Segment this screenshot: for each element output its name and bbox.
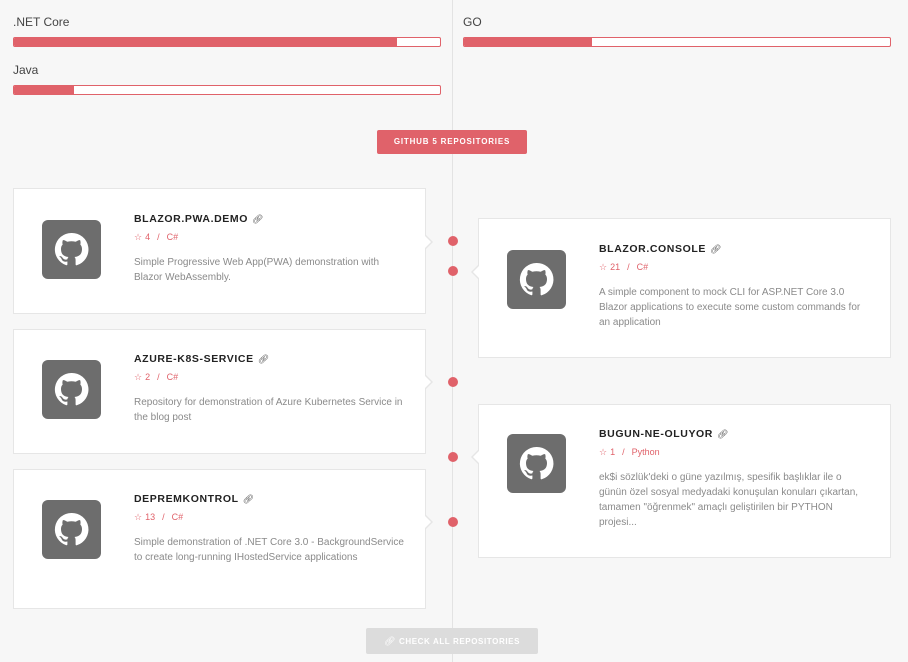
skill-java: Java bbox=[13, 63, 441, 95]
repositories-count-badge: GITHUB 5 REPOSITORIES bbox=[377, 130, 527, 154]
link-icon: 🔗︎ bbox=[257, 354, 270, 364]
star-icon: ☆ bbox=[134, 372, 143, 382]
skill-progress-bar bbox=[463, 37, 891, 47]
repo-title-link[interactable]: BLAZOR.CONSOLE 🔗︎ bbox=[599, 242, 872, 256]
repo-card-blazor-pwa-demo[interactable]: BLAZOR.PWA.DEMO 🔗︎ ☆ 4 / C# Simple Progressi… bbox=[13, 188, 433, 314]
link-icon: 🔗︎ bbox=[717, 429, 730, 439]
card-pointer bbox=[425, 235, 433, 249]
repo-card-blazor-console[interactable]: BLAZOR.CONSOLE 🔗︎ ☆ 21 / C# A simple compone… bbox=[471, 218, 891, 358]
timeline-line bbox=[452, 0, 453, 662]
skill-progress-fill bbox=[464, 38, 592, 46]
timeline-dot bbox=[447, 517, 458, 527]
card-pointer bbox=[425, 375, 433, 389]
repo-description: Simple demonstration of .NET Core 3.0 - … bbox=[134, 537, 404, 563]
meta-separator: / bbox=[157, 372, 160, 382]
meta-separator: / bbox=[627, 262, 630, 272]
repo-stars: 21 bbox=[610, 262, 621, 272]
repo-meta: ☆ 1 / Python bbox=[599, 446, 872, 458]
github-icon bbox=[42, 500, 101, 559]
skill-dotnet: .NET Core bbox=[13, 15, 441, 47]
repo-stars: 13 bbox=[145, 512, 156, 522]
star-icon: ☆ bbox=[599, 447, 608, 457]
repo-stars: 2 bbox=[145, 372, 151, 382]
repo-card-bugun-ne-oluyor[interactable]: BUGUN-NE-OLUYOR 🔗︎ ☆ 1 / Python ek$i sözlük'… bbox=[471, 404, 891, 558]
link-icon: 🔗︎ bbox=[383, 636, 396, 646]
timeline-dot bbox=[447, 452, 458, 462]
repo-description: Simple Progressive Web App(PWA) demonstr… bbox=[134, 257, 380, 283]
repo-language: Python bbox=[631, 447, 660, 457]
github-icon bbox=[42, 360, 101, 419]
repo-language: C# bbox=[171, 512, 184, 522]
github-icon bbox=[507, 250, 566, 309]
star-icon: ☆ bbox=[134, 512, 143, 522]
repo-meta: ☆ 4 / C# bbox=[134, 231, 407, 243]
repo-title-link[interactable]: AZURE-K8S-SERVICE 🔗︎ bbox=[134, 352, 407, 366]
repo-stars: 4 bbox=[145, 232, 151, 242]
skill-go: GO bbox=[463, 15, 891, 47]
github-icon bbox=[507, 434, 566, 493]
timeline-dot bbox=[447, 236, 458, 246]
repo-meta: ☆ 21 / C# bbox=[599, 261, 872, 273]
skill-progress-bar bbox=[13, 85, 441, 95]
repo-card-azure-k8s-service[interactable]: AZURE-K8S-SERVICE 🔗︎ ☆ 2 / C# Repository for… bbox=[13, 329, 433, 454]
meta-separator: / bbox=[157, 232, 160, 242]
check-all-label: CHECK ALL REPOSITORIES bbox=[398, 637, 521, 646]
repo-description: ek$i sözlük'deki o güne yazılmış, spesif… bbox=[599, 472, 859, 528]
card-pointer bbox=[425, 515, 433, 529]
star-icon: ☆ bbox=[134, 232, 143, 242]
repo-language: C# bbox=[166, 372, 179, 382]
repo-description: A simple component to mock CLI for ASP.N… bbox=[599, 287, 861, 328]
skill-progress-bar bbox=[13, 37, 441, 47]
portfolio-section: .NET Core GO Java GITHUB 5 REPOSITORIES … bbox=[0, 0, 908, 662]
check-all-repositories-button[interactable]: 🔗︎ CHECK ALL REPOSITORIES bbox=[366, 628, 538, 654]
skill-label: .NET Core bbox=[13, 15, 70, 29]
github-icon bbox=[42, 220, 101, 279]
repo-meta: ☆ 2 / C# bbox=[134, 371, 407, 383]
repo-title-link[interactable]: DEPREMKONTROL 🔗︎ bbox=[134, 492, 407, 506]
repo-title-link[interactable]: BUGUN-NE-OLUYOR 🔗︎ bbox=[599, 427, 872, 441]
skill-label: Java bbox=[13, 63, 39, 77]
meta-separator: / bbox=[162, 512, 165, 522]
card-pointer bbox=[471, 265, 479, 279]
timeline-dot bbox=[447, 266, 458, 276]
skill-progress-fill bbox=[14, 86, 74, 94]
meta-separator: / bbox=[622, 447, 625, 457]
repo-title-link[interactable]: BLAZOR.PWA.DEMO 🔗︎ bbox=[134, 212, 407, 226]
repo-meta: ☆ 13 / C# bbox=[134, 511, 407, 523]
repo-card-depremkontrol[interactable]: DEPREMKONTROL 🔗︎ ☆ 13 / C# Simple demonstrat… bbox=[13, 469, 433, 609]
repo-language: C# bbox=[166, 232, 179, 242]
skill-label: GO bbox=[463, 15, 482, 29]
repo-description: Repository for demonstration of Azure Ku… bbox=[134, 397, 403, 423]
repo-language: C# bbox=[636, 262, 649, 272]
link-icon: 🔗︎ bbox=[242, 494, 255, 504]
link-icon: 🔗︎ bbox=[709, 244, 723, 254]
skill-progress-fill bbox=[14, 38, 398, 46]
repo-stars: 1 bbox=[610, 447, 616, 457]
star-icon: ☆ bbox=[599, 262, 608, 272]
timeline-dot bbox=[447, 377, 458, 387]
link-icon: 🔗︎ bbox=[252, 214, 265, 224]
card-pointer bbox=[471, 450, 479, 464]
